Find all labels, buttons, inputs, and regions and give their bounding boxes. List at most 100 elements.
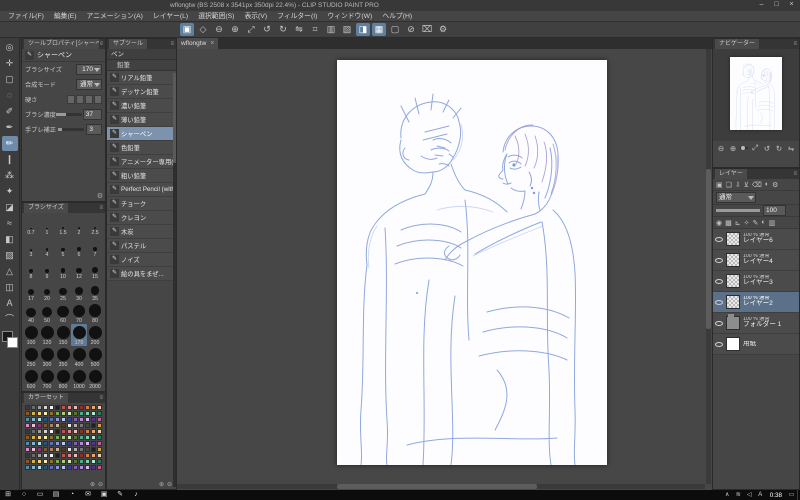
layer-opacity-value[interactable]: 100 <box>763 205 786 216</box>
nav-flip-icon[interactable]: ⇋ <box>786 144 796 153</box>
nav-rotate-right-icon[interactable]: ↻ <box>774 144 784 153</box>
titlebar[interactable]: wflongtw (BS 2508 x 3541px 350dpi 22.4%)… <box>0 0 800 11</box>
color-swatch[interactable] <box>91 405 96 410</box>
color-swatch[interactable] <box>91 429 96 434</box>
network-icon[interactable]: ≋ <box>733 490 744 500</box>
menu-item-5[interactable]: 表示(V) <box>239 11 272 22</box>
color-swatch[interactable] <box>79 447 84 452</box>
density-slider[interactable] <box>56 113 83 116</box>
brush-size-7[interactable]: 7 <box>87 236 103 258</box>
color-swatch[interactable] <box>31 441 36 446</box>
brush-size-60[interactable]: 60 <box>55 302 71 324</box>
color-swatch[interactable] <box>49 417 54 422</box>
lasso-tool[interactable]: ◌ <box>2 88 18 103</box>
brush-size-250[interactable]: 250 <box>23 346 39 368</box>
color-swatch[interactable] <box>67 453 72 458</box>
subtool-item-2[interactable]: ✎ 濃い鉛筆 <box>107 99 176 113</box>
selection-tool[interactable]: ▢ <box>2 72 18 87</box>
rotate-left-icon[interactable]: ↺ <box>260 23 274 36</box>
dropdown-arrow-icon[interactable] <box>94 83 100 87</box>
subtool-item-14[interactable]: ✎ 絵の具をまぜ... <box>107 267 176 281</box>
airbrush-tool[interactable]: ⁂ <box>2 168 18 183</box>
search-icon[interactable]: ○ <box>16 490 32 500</box>
snap-special-ruler-icon[interactable]: ◨ <box>356 23 370 36</box>
color-swatch[interactable] <box>67 441 72 446</box>
crop-icon[interactable]: ⌧ <box>420 23 434 36</box>
navigator-preview[interactable] <box>713 49 799 141</box>
color-swatch[interactable] <box>79 453 84 458</box>
brush-size-80[interactable]: 80 <box>87 302 103 324</box>
color-swatch[interactable] <box>61 459 66 464</box>
brush-size-150[interactable]: 150 <box>55 324 71 346</box>
panel-menu-icon[interactable]: ≡ <box>99 41 103 47</box>
color-swatch[interactable] <box>91 411 96 416</box>
brush-size-4[interactable]: 4 <box>39 236 55 258</box>
color-swatch[interactable] <box>91 435 96 440</box>
color-swatch[interactable] <box>37 423 42 428</box>
color-swatch[interactable] <box>49 423 54 428</box>
brush-size-200[interactable]: 200 <box>87 324 103 346</box>
brush-size-1[interactable]: 1 <box>39 214 55 236</box>
tray-expand-icon[interactable]: ∧ <box>722 490 733 500</box>
eraser-tool[interactable]: ◪ <box>2 200 18 215</box>
color-swatch[interactable] <box>79 411 84 416</box>
subtool-item-6[interactable]: ✎アニメーター専用(アウ... <box>107 155 176 169</box>
subtool-item-11[interactable]: ✎ 木炭 <box>107 225 176 239</box>
color-swatch[interactable] <box>97 417 102 422</box>
color-swatch[interactable] <box>49 429 54 434</box>
menu-item-6[interactable]: フィルター(I) <box>272 11 322 22</box>
color-swatch[interactable] <box>91 417 96 422</box>
color-swatch[interactable] <box>85 459 90 464</box>
merge-down-icon[interactable]: ⊻ <box>744 181 749 189</box>
color-swatch[interactable] <box>97 429 102 434</box>
color-swatch[interactable] <box>67 435 72 440</box>
color-swatch[interactable] <box>55 423 60 428</box>
color-swatch[interactable] <box>85 441 90 446</box>
brush-size-40[interactable]: 40 <box>23 302 39 324</box>
layer-settings-icon[interactable]: ⚙ <box>772 181 778 189</box>
clip-below-icon[interactable]: ⊾ <box>735 219 741 227</box>
color-swatch[interactable] <box>55 441 60 446</box>
stabilization-slider[interactable] <box>58 128 85 131</box>
brush-size-17[interactable]: 17 <box>23 280 39 302</box>
color-swatch[interactable] <box>97 423 102 428</box>
nav-zoom-in-icon[interactable]: ⊕ <box>728 144 738 153</box>
subtool-tab[interactable]: サブツール <box>109 39 148 49</box>
color-swatch[interactable] <box>85 435 90 440</box>
layer-row-4[interactable]: 100 % 通常 フォルダー 1 <box>713 313 799 334</box>
color-swatch[interactable] <box>25 465 30 470</box>
color-swatch[interactable] <box>37 453 42 458</box>
color-swatch[interactable] <box>85 453 90 458</box>
color-swatch[interactable] <box>43 453 48 458</box>
color-swatch[interactable] <box>25 411 30 416</box>
hardness-selector[interactable] <box>67 95 102 104</box>
new-folder-icon[interactable]: ❏ <box>726 181 732 189</box>
color-swatch[interactable] <box>31 423 36 428</box>
color-swatch[interactable] <box>31 411 36 416</box>
figure-tool[interactable]: △ <box>2 264 18 279</box>
subtool-item-1[interactable]: ✎ デッサン鉛筆 <box>107 85 176 99</box>
layer-mask-icon[interactable]: ◐ <box>765 181 769 188</box>
color-swatch[interactable] <box>25 429 30 434</box>
color-swatch[interactable] <box>43 423 48 428</box>
brush-size-500[interactable]: 500 <box>87 346 103 368</box>
brush-size-35[interactable]: 35 <box>87 280 103 302</box>
color-swatch[interactable] <box>97 465 102 470</box>
snap-grid-icon[interactable]: ▦ <box>372 23 386 36</box>
color-swatch[interactable] <box>73 405 78 410</box>
color-swatch[interactable] <box>31 405 36 410</box>
color-swatch[interactable] <box>61 435 66 440</box>
panel-menu-icon[interactable]: ≡ <box>170 41 174 47</box>
color-swatch[interactable] <box>61 465 66 470</box>
draft-layer-icon[interactable]: ✎ <box>752 219 758 227</box>
color-swatch[interactable] <box>55 453 60 458</box>
color-swatch[interactable] <box>85 423 90 428</box>
delete-layer-icon[interactable]: ⌫ <box>752 181 762 189</box>
pencil-tool[interactable]: ✏ <box>1 136 18 151</box>
color-swatch[interactable] <box>37 417 42 422</box>
layer-blend-select[interactable]: 通常 <box>716 192 756 203</box>
layer-visibility-eye-icon[interactable] <box>715 257 723 263</box>
brush-size-6[interactable]: 6 <box>71 236 87 258</box>
color-swatch[interactable] <box>79 459 84 464</box>
brush-size-300[interactable]: 300 <box>39 346 55 368</box>
